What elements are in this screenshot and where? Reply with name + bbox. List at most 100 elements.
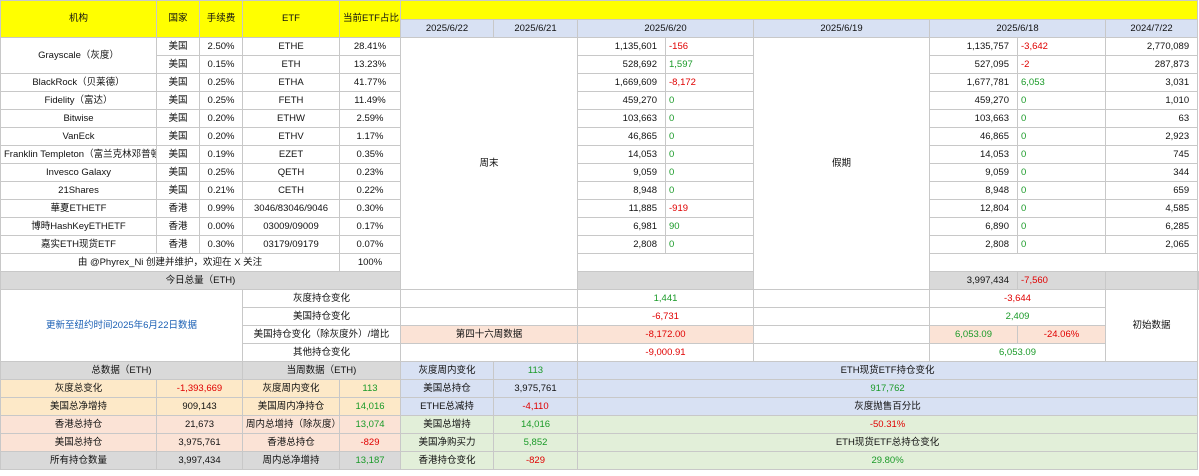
summary-0620: 1,441 (577, 289, 754, 308)
date-0619: 2025/6/19 (753, 19, 930, 38)
change-0618: 0 (1017, 145, 1106, 164)
etf-ticker: ETHE (242, 37, 340, 56)
total-label: 灰度总变化 (0, 379, 157, 398)
change-0618: 0 (1017, 199, 1106, 218)
initial-holding: 287,873 (1104, 55, 1199, 74)
holding-0618: 1,677,781 (929, 73, 1018, 92)
far-cell: 917,762 (576, 379, 1199, 398)
week-label: 香港总持仓 (242, 433, 340, 452)
table-row: 嘉实ETH现货ETF 香港 0.30% 03179/09179 0.07% 2,808 0 2… (0, 235, 1199, 254)
far-label: ETH现货ETF持仓变化 (576, 361, 1199, 380)
etf-ticker: ETH (242, 55, 340, 74)
change-0618: 0 (1017, 163, 1106, 182)
us-ex-0618: 6,053.09 (929, 325, 1018, 344)
total-label: 美国总持仓 (0, 433, 157, 452)
country: 美国 (156, 145, 200, 164)
far-cell: -50.31% (576, 415, 1199, 434)
right-value: 113 (493, 361, 578, 380)
week-label: 灰度周内变化 (242, 379, 340, 398)
fee: 0.99% (199, 199, 243, 218)
total-value: 3,975,761 (156, 433, 243, 452)
gap (753, 307, 930, 326)
country: 美国 (156, 73, 200, 92)
institution-name: BlackRock（贝莱德） (0, 73, 157, 92)
fee: 0.21% (199, 181, 243, 200)
table-row: 美国 0.15% ETH 13.23% 528,692 1,597 527,095 -2 287… (1, 55, 1199, 74)
holding-0618: 8,948 (929, 181, 1018, 200)
institution-name: Grayscale（灰度） (0, 37, 157, 74)
etf-share: 41.77% (339, 73, 401, 92)
week-label: 周内总净增持 (242, 451, 340, 470)
right-label: 美国总持仓 (400, 379, 494, 398)
date-0618: 2025/6/18 (929, 19, 1106, 38)
holding-0618: 12,804 (929, 199, 1018, 218)
etf-ticker: EZET (242, 145, 340, 164)
week-label: 周内总增持（除灰度） (242, 415, 340, 434)
holding-0620: 1,669,609 (577, 73, 666, 92)
header-row-1: 机构 国家 手续费 ETF 当前ETF占比 (0, 0, 1199, 38)
update-note: 更新至纽约时间2025年6月22日数据 (0, 289, 243, 362)
etf-share: 11.49% (339, 91, 401, 110)
country: 美国 (156, 55, 200, 74)
right-value: 14,016 (493, 415, 578, 434)
holding-0618: 459,270 (929, 91, 1018, 110)
fee: 0.25% (199, 73, 243, 92)
change-0620: 0 (665, 163, 754, 182)
right-label: ETHE总减持 (400, 397, 494, 416)
holding-0618: 1,135,757 (929, 37, 1018, 56)
holding-0620: 14,053 (577, 145, 666, 164)
date-0722: 2024/7/22 (1104, 19, 1199, 38)
empty (928, 253, 1199, 272)
total-label: 今日总量（ETH) (0, 271, 401, 290)
change-0618: 0 (1017, 235, 1106, 254)
holding-0620: 8,948 (577, 181, 666, 200)
country: 香港 (156, 199, 200, 218)
summary-0618: 2,409 (929, 307, 1106, 326)
etf-ticker: CETH (242, 181, 340, 200)
weekend-label: 周末 (400, 37, 578, 290)
institution-name: 華夏ETHETF (0, 199, 157, 218)
holding-0618: 527,095 (929, 55, 1018, 74)
country: 香港 (156, 217, 200, 236)
right-value: 5,852 (493, 433, 578, 452)
change-0620: 0 (665, 91, 754, 110)
right-value: 3,975,761 (493, 379, 578, 398)
holding-0618: 2,808 (929, 235, 1018, 254)
initial-holding: 2,770,089 (1104, 37, 1199, 56)
col-institution: 机构 (0, 0, 157, 38)
table-row: Bitwise 美国 0.20% ETHW 2.59% 103,663 0 103,663 0 6… (0, 109, 1199, 128)
initial-holding: 745 (1104, 145, 1199, 164)
week-value: -829 (339, 433, 401, 452)
header-yellow-band (400, 0, 1199, 20)
col-country: 国家 (156, 0, 200, 38)
holding-0620: 9,059 (577, 163, 666, 182)
col-etf: ETF (242, 0, 340, 38)
change-0618: 0 (1017, 217, 1106, 236)
bottom-head-row: 总数据（ETH) 当周数据（ETH) 灰度周内变化 113 ETH现货ETF持仓变化 (0, 361, 1199, 380)
table-row: Franklin Templeton（富兰克林邓普顿） 美国 0.19% EZET 0.… (0, 145, 1199, 164)
gap (753, 325, 930, 344)
fee: 0.15% (199, 55, 243, 74)
initial-holding: 4,585 (1104, 199, 1199, 218)
total-change-0620: -7,560 (1017, 271, 1106, 290)
table-row: BlackRock（贝莱德） 美国 0.25% ETHA 41.77% 1,669,609… (0, 73, 1199, 92)
table-row: Grayscale（灰度） 美国 2.50% ETHE 28.41% 周末 1,135,60… (0, 37, 1199, 290)
empty (577, 253, 754, 272)
fee: 0.25% (199, 163, 243, 182)
holding-0620: 11,885 (577, 199, 666, 218)
institution-name: Franklin Templeton（富兰克林邓普顿） (0, 145, 157, 164)
far-cell: ETH现货ETF总持仓变化 (576, 433, 1199, 452)
change-0618: -3,642 (1017, 37, 1106, 56)
table-row: 華夏ETHETF 香港 0.99% 3046/83046/9046 0.30% 11,88… (0, 199, 1199, 218)
etf-ticker: 03179/09179 (242, 235, 340, 254)
week-value: 13,074 (339, 415, 401, 434)
country: 美国 (156, 91, 200, 110)
initial-holding: 659 (1104, 181, 1199, 200)
holding-0620: 103,663 (577, 109, 666, 128)
holding-0618: 103,663 (929, 109, 1018, 128)
total-data-head: 总数据（ETH) (0, 361, 243, 380)
change-0620: 0 (665, 127, 754, 146)
holding-0618: 14,053 (929, 145, 1018, 164)
initial-holding: 63 (1104, 109, 1199, 128)
etf-ticker: ETHV (242, 127, 340, 146)
